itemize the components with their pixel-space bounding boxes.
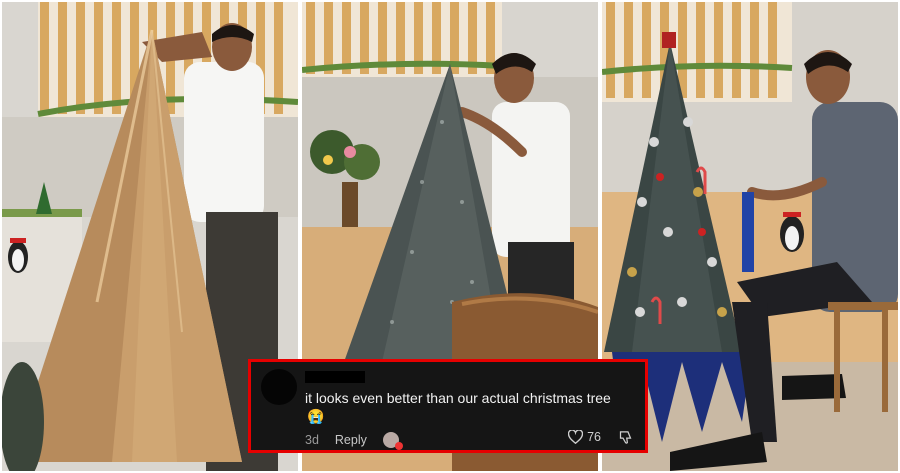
like-button[interactable]: 76 bbox=[568, 430, 601, 444]
heart-outline-icon bbox=[568, 430, 584, 444]
commenter-avatar[interactable] bbox=[261, 369, 297, 405]
comment-time: 3d bbox=[305, 433, 319, 447]
comment-meta: 3d Reply bbox=[305, 432, 403, 450]
comment-card: it looks even better than our actual chr… bbox=[248, 359, 648, 453]
crying-emoji: 😭 bbox=[307, 408, 325, 424]
dislike-button[interactable] bbox=[618, 430, 633, 450]
thumbs-down-icon bbox=[619, 431, 632, 444]
redacted-username bbox=[305, 371, 365, 383]
creator-liked-avatar-icon bbox=[382, 432, 403, 450]
reply-button[interactable]: Reply bbox=[335, 433, 367, 447]
comment-text: it looks even better than our actual chr… bbox=[305, 390, 611, 406]
like-count: 76 bbox=[587, 430, 601, 444]
